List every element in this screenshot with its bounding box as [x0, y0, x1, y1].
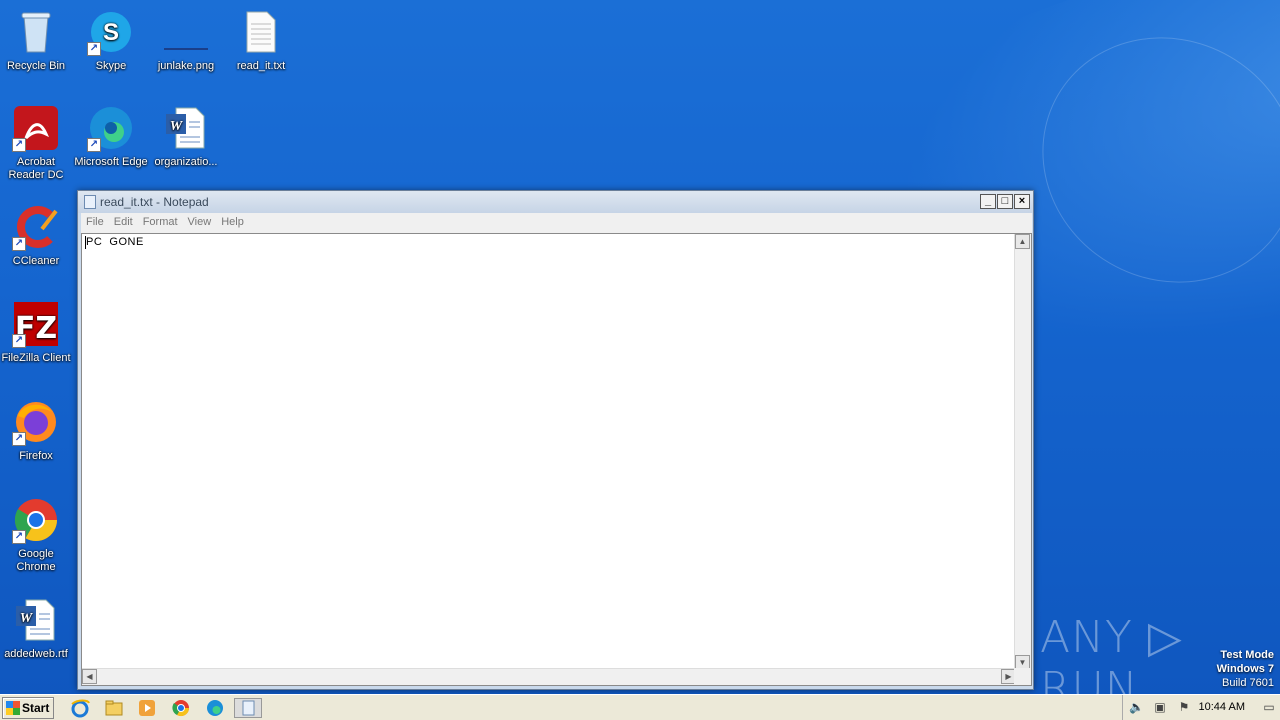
word-document-icon: W: [12, 596, 60, 644]
window-title: read_it.txt - Notepad: [100, 195, 209, 209]
menu-help[interactable]: Help: [216, 213, 249, 228]
desktop-icon-label: Firefox: [19, 450, 53, 462]
scroll-left-icon[interactable]: ◀: [82, 669, 97, 684]
recycle-bin-icon: [12, 8, 60, 56]
close-button[interactable]: ×: [1014, 194, 1030, 209]
desktop-icon-label: organizatio...: [154, 156, 218, 168]
desktop-icon-label: Skype: [95, 60, 127, 72]
notepad-title-bar[interactable]: read_it.txt - Notepad _ □ ×: [78, 191, 1033, 213]
resize-grip-icon[interactable]: [1014, 668, 1031, 685]
desktop-icon-ccleaner[interactable]: ↗ CCleaner: [0, 203, 74, 268]
desktop-icon-addedweb[interactable]: W addedweb.rtf: [0, 596, 74, 661]
start-label: Start: [22, 701, 50, 715]
scroll-up-icon[interactable]: ▲: [1015, 234, 1030, 249]
desktop-icon-edge[interactable]: ↗ Microsoft Edge: [73, 104, 149, 169]
shortcut-arrow-icon: ↗: [12, 530, 26, 544]
action-center-flag-icon[interactable]: ⚑: [1177, 700, 1191, 714]
shortcut-arrow-icon: ↗: [12, 138, 26, 152]
desktop-icon-recycle-bin[interactable]: Recycle Bin: [0, 8, 74, 73]
document-text[interactable]: PC GONE: [86, 236, 144, 248]
taskbar: Start 🔈 ▣ ⚑ 10:44 AM ▭: [0, 694, 1280, 720]
maximize-button[interactable]: □: [997, 194, 1013, 209]
shortcut-arrow-icon: ↗: [12, 237, 26, 251]
edge-icon: ↗: [87, 104, 135, 152]
media-player-icon[interactable]: [137, 698, 157, 718]
menu-file[interactable]: File: [81, 213, 109, 228]
windows-version-line: Windows 7: [1216, 663, 1274, 675]
desktop-icon-organization[interactable]: W organizatio...: [148, 104, 224, 169]
horizontal-scrollbar[interactable]: ◀ ▶: [82, 668, 1016, 685]
show-desktop-icon[interactable]: ▭: [1262, 700, 1276, 714]
shortcut-arrow-icon: ↗: [12, 334, 26, 348]
system-tray: 🔈 ▣ ⚑ 10:44 AM ▭: [1122, 695, 1280, 720]
test-mode-line: Test Mode: [1220, 649, 1274, 661]
desktop-icon-label: Recycle Bin: [6, 60, 66, 72]
svg-text:W: W: [170, 119, 184, 134]
menu-edit[interactable]: Edit: [109, 213, 138, 228]
desktop-icon-label: read_it.txt: [236, 60, 286, 72]
desktop-icon-label: junlake.png: [157, 60, 215, 72]
menu-bar: File Edit Format View Help: [81, 213, 1032, 233]
desktop-icon-label: CCleaner: [12, 255, 60, 267]
image-file-icon: [162, 8, 210, 56]
desktop-icon-label: FileZilla Client: [1, 352, 71, 364]
svg-text:W: W: [20, 611, 34, 626]
notepad-window[interactable]: read_it.txt - Notepad _ □ × File Edit Form…: [77, 190, 1034, 690]
desktop-icon-read-it[interactable]: read_it.txt: [223, 8, 299, 73]
text-file-icon: [237, 8, 285, 56]
test-mode-notice: Test Mode Windows 7 Build 7601: [1217, 648, 1274, 690]
minimize-button[interactable]: _: [980, 194, 996, 209]
desktop-icon-firefox[interactable]: ↗ Firefox: [0, 398, 74, 463]
shortcut-arrow-icon: ↗: [87, 138, 101, 152]
desktop-icon-label: Microsoft Edge: [74, 156, 148, 168]
firefox-icon: ↗: [12, 398, 60, 446]
filezilla-icon: FZ ↗: [12, 300, 60, 348]
desktop-icon-skype[interactable]: S ↗ Skype: [73, 8, 149, 73]
chrome-icon: ↗: [12, 496, 60, 544]
desktop-icon-junlake[interactable]: junlake.png: [148, 8, 224, 73]
desktop-icon-label: Google Chrome: [16, 548, 56, 573]
desktop-icon-label: Acrobat Reader DC: [8, 156, 64, 181]
menu-format[interactable]: Format: [138, 213, 183, 228]
text-editor-area[interactable]: PC GONE ▲ ▼ ◀ ▶: [81, 233, 1032, 686]
notepad-icon: [84, 195, 96, 209]
ccleaner-icon: ↗: [12, 203, 60, 251]
word-document-icon: W: [162, 104, 210, 152]
desktop-icon-label: addedweb.rtf: [4, 648, 68, 660]
notepad-taskbar-button[interactable]: [234, 698, 262, 718]
build-line: Build 7601: [1222, 677, 1274, 689]
network-icon[interactable]: ▣: [1153, 700, 1167, 714]
acrobat-icon: ↗: [12, 104, 60, 152]
chrome-icon[interactable]: [171, 698, 191, 718]
clock[interactable]: 10:44 AM: [1199, 701, 1245, 713]
desktop-icon-acrobat[interactable]: ↗ Acrobat Reader DC: [0, 104, 74, 182]
shortcut-arrow-icon: ↗: [12, 432, 26, 446]
speaker-icon[interactable]: 🔈: [1129, 700, 1144, 714]
notepad-icon: [242, 700, 255, 716]
skype-icon: S ↗: [87, 8, 135, 56]
menu-view[interactable]: View: [183, 213, 217, 228]
desktop-icon-filezilla[interactable]: FZ ↗ FileZilla Client: [0, 300, 74, 365]
windows-logo-icon: [6, 701, 20, 715]
file-explorer-icon[interactable]: [104, 698, 124, 718]
desktop-icon-chrome[interactable]: ↗ Google Chrome: [0, 496, 74, 574]
svg-text:S: S: [103, 19, 119, 46]
edge-icon[interactable]: [205, 698, 225, 718]
internet-explorer-icon[interactable]: [70, 698, 90, 718]
start-button[interactable]: Start: [2, 697, 54, 719]
vertical-scrollbar[interactable]: ▲ ▼: [1014, 234, 1031, 670]
shortcut-arrow-icon: ↗: [87, 42, 101, 56]
